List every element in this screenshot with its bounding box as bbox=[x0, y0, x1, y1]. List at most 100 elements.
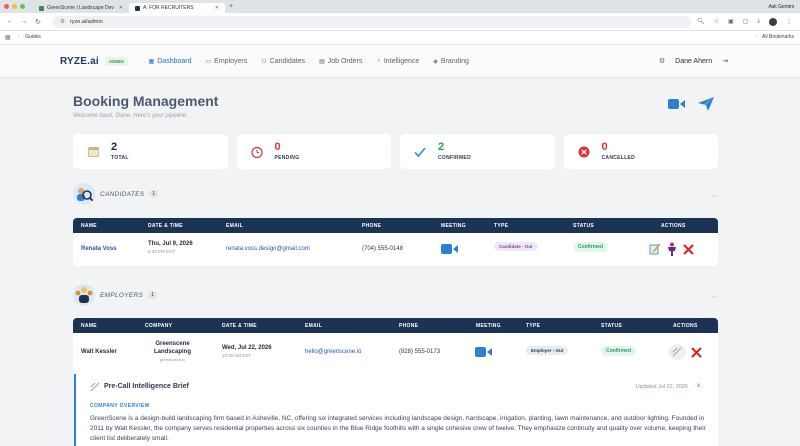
site-info-icon[interactable]: ⚙ bbox=[60, 19, 65, 25]
bookmark-guides[interactable]: 🗀 Guides bbox=[19, 34, 41, 42]
main-nav: ▦ Dashboard ▭ Employers ⚇ Candidates ▤ Job O… bbox=[142, 52, 476, 70]
brief-close-button[interactable]: x bbox=[697, 383, 700, 389]
status-badge: Confirmed bbox=[601, 346, 636, 356]
meeting-video-icon[interactable] bbox=[441, 243, 459, 257]
company-name: Greenscene Landscaping bbox=[153, 341, 191, 355]
logout-icon[interactable]: ⇥ bbox=[722, 57, 728, 65]
nav-job-orders[interactable]: ▤ Job Orders bbox=[312, 52, 369, 70]
intelligence-brief-panel: Pre-Call Intelligence Brief Updated Jul … bbox=[74, 374, 718, 446]
maximize-window-button[interactable] bbox=[20, 4, 25, 9]
browser-tab[interactable]: GreenScene | Landscape Dev ✕ bbox=[33, 3, 129, 13]
nav-label: Intelligence bbox=[383, 57, 420, 65]
col-header: ACTIONS bbox=[673, 322, 698, 329]
stat-card-cancelled: 0 CANCELLED bbox=[563, 134, 718, 169]
stat-card-pending: 0 PENDING bbox=[236, 134, 391, 169]
browser-tab-bar: GreenScene | Landscape Dev ✕ A: FOR RECR… bbox=[0, 0, 800, 13]
col-header: NAME bbox=[81, 222, 97, 229]
bookmarks-bar: ▦ 🗀 Guides 🗀 All Bookmarks bbox=[0, 31, 800, 45]
minimize-window-button[interactable] bbox=[12, 4, 17, 9]
logo[interactable]: RYZE.ai bbox=[60, 56, 99, 67]
bookmark-label: Guides bbox=[25, 33, 41, 40]
zoom-icon[interactable]: 🔍︎ bbox=[697, 18, 705, 26]
all-bookmarks-label: All Bookmarks bbox=[762, 33, 794, 40]
page-subtitle: Welcome back, Dane. Here's your pipeline… bbox=[73, 113, 188, 119]
actions-cell bbox=[668, 344, 702, 360]
new-tab-button[interactable]: + bbox=[229, 3, 233, 10]
brief-toggle-icon[interactable] bbox=[668, 344, 686, 360]
date-time-cell: Wed, Jul 22, 2026 10:30 AM EST bbox=[222, 345, 272, 358]
col-header: MEETING bbox=[476, 322, 501, 329]
page-title: Booking Management bbox=[73, 93, 219, 109]
profile-avatar[interactable] bbox=[769, 17, 777, 26]
reload-icon[interactable]: ↻ bbox=[34, 18, 42, 26]
col-header: EMAIL bbox=[226, 222, 244, 229]
candidate-name-link[interactable]: Renata Voss bbox=[81, 246, 117, 252]
user-name[interactable]: Dane Ahern bbox=[675, 58, 712, 65]
nav-intelligence[interactable]: ♁ Intelligence bbox=[369, 52, 426, 70]
window-controls[interactable] bbox=[4, 4, 25, 9]
browser-tab-active[interactable]: A: FOR RECRUITERS ✕ bbox=[129, 3, 225, 13]
stat-label: TOTAL bbox=[111, 155, 129, 161]
back-icon[interactable]: ← bbox=[6, 18, 14, 25]
download-icon[interactable]: ⤓ bbox=[757, 18, 760, 26]
nav-label: Branding bbox=[440, 57, 469, 65]
cancel-x-icon[interactable] bbox=[691, 346, 702, 358]
browser-tab-label: GreenScene | Landscape Dev bbox=[47, 5, 114, 11]
nav-candidates[interactable]: ⚇ Candidates bbox=[254, 52, 312, 70]
clock-icon bbox=[250, 146, 263, 158]
col-header: TYPE bbox=[494, 222, 509, 229]
ask-gemini-button[interactable]: Ask Gemini bbox=[768, 4, 794, 10]
stat-value: 2 bbox=[111, 141, 118, 153]
briefcase-icon: ▭ bbox=[205, 58, 212, 65]
all-bookmarks-button[interactable]: 🗀 All Bookmarks bbox=[756, 34, 794, 42]
nav-label: Job Orders bbox=[327, 57, 363, 65]
candidates-section-header[interactable]: CANDIDATES 1 ︿ bbox=[73, 183, 718, 205]
status-badge: Confirmed bbox=[573, 242, 608, 252]
col-header: ACTIONS bbox=[661, 222, 686, 229]
nav-branding[interactable]: ◈ Branding bbox=[426, 52, 476, 70]
extensions-icon[interactable]: ▣ bbox=[728, 18, 734, 26]
col-header: PHONE bbox=[362, 222, 382, 229]
stat-value: 0 bbox=[274, 141, 281, 153]
send-icon[interactable] bbox=[698, 97, 714, 111]
candidates-search-icon bbox=[73, 183, 95, 205]
close-window-button[interactable] bbox=[4, 4, 9, 9]
employers-section-header[interactable]: EMPLOYERS 1 ︿ bbox=[73, 284, 718, 306]
edit-note-icon[interactable] bbox=[649, 243, 661, 255]
close-tab-icon[interactable]: ✕ bbox=[119, 5, 123, 11]
col-header: COMPANY bbox=[145, 322, 173, 329]
nav-employers[interactable]: ▭ Employers bbox=[199, 52, 255, 70]
bookmark-star-icon[interactable]: ☆ bbox=[714, 18, 719, 26]
section-count: 1 bbox=[149, 190, 159, 198]
stat-value: 2 bbox=[438, 141, 445, 153]
apps-grid-icon[interactable]: ▦ bbox=[5, 34, 11, 41]
tab-favicon-icon bbox=[135, 5, 140, 11]
browser-tab-label: A: FOR RECRUITERS bbox=[143, 5, 194, 11]
grid-icon: ▦ bbox=[148, 58, 155, 65]
url-text: ryze.ai/admin bbox=[69, 18, 103, 25]
email-link[interactable]: renata.voss.design@gmail.com bbox=[226, 246, 310, 252]
video-call-icon[interactable] bbox=[668, 97, 686, 111]
nav-dashboard[interactable]: ▦ Dashboard bbox=[142, 52, 199, 70]
tab-favicon-icon bbox=[39, 5, 44, 11]
company-url[interactable]: greenscene.io bbox=[145, 357, 200, 362]
close-tab-icon[interactable]: ✕ bbox=[215, 5, 219, 11]
settings-gear-icon[interactable]: ⚙ bbox=[659, 57, 665, 65]
forward-icon[interactable]: → bbox=[20, 18, 28, 25]
menu-dots-icon[interactable]: ⋮ bbox=[786, 18, 792, 26]
candidates-table: NAME DATE & TIME EMAIL PHONE MEETING TYP… bbox=[73, 218, 718, 266]
clipboard-icon: ▤ bbox=[319, 58, 325, 65]
meeting-video-icon[interactable] bbox=[475, 346, 493, 360]
employer-name[interactable]: Walt Kessler bbox=[81, 349, 117, 355]
phone-text: (704) 555-0148 bbox=[362, 246, 404, 252]
cancel-x-icon[interactable] bbox=[683, 243, 694, 255]
col-header: PHONE bbox=[399, 322, 419, 329]
chevron-up-icon[interactable]: ︿ bbox=[711, 290, 718, 300]
person-icon[interactable] bbox=[667, 242, 677, 256]
sidebar-icon[interactable]: ▢ bbox=[743, 18, 749, 26]
col-header: STATUS bbox=[573, 222, 595, 229]
employers-group-icon bbox=[73, 284, 95, 306]
url-field[interactable]: ⚙ ryze.ai/admin bbox=[52, 15, 691, 28]
email-link[interactable]: hello@greenscene.io bbox=[305, 349, 361, 355]
chevron-up-icon[interactable]: ︿ bbox=[711, 189, 718, 199]
